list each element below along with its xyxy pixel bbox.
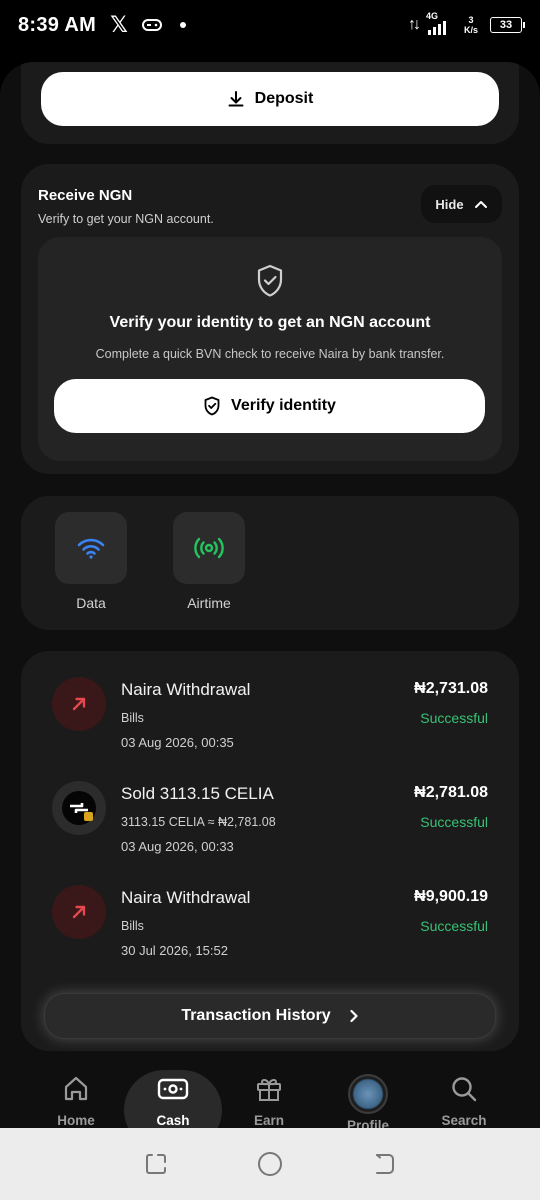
nav-label-home: Home <box>57 1113 95 1128</box>
transaction-status: Successful <box>420 710 488 726</box>
deposit-button[interactable]: Deposit <box>41 72 499 126</box>
arrow-up-right-icon <box>72 697 86 711</box>
broadcast-icon <box>194 537 224 559</box>
transaction-status: Successful <box>420 814 488 830</box>
transaction-row[interactable]: Naira Withdrawal Bills 30 Jul 2026, 15:5… <box>21 885 519 975</box>
signal-icon: 4G <box>424 11 450 35</box>
withdraw-avatar <box>52 885 106 939</box>
search-icon <box>452 1077 477 1102</box>
nav-cash[interactable]: Cash <box>128 1074 218 1128</box>
shield-check-icon <box>257 264 283 297</box>
home-button-icon[interactable] <box>256 1150 284 1178</box>
transaction-subtitle: Bills <box>121 711 144 725</box>
battery-icon: 33 <box>490 17 525 33</box>
speed-value: 3 <box>468 15 474 25</box>
transaction-title: Naira Withdrawal <box>121 680 251 699</box>
history-label: Transaction History <box>181 1007 331 1024</box>
transaction-subtitle: 3113.15 CELIA ≈ ₦2,781.08 <box>121 815 276 829</box>
transaction-title: Sold 3113.15 CELIA <box>121 784 274 803</box>
wifi-icon <box>77 538 105 559</box>
services-card: Data Airtime <box>21 496 519 630</box>
nav-search[interactable]: Search <box>419 1074 509 1128</box>
receive-subtitle: Verify to get your NGN account. <box>38 212 214 226</box>
status-bar: 8:39 AM 𝕏 ↑↓ 4G 3 K/s 33 <box>0 0 540 50</box>
celia-token-icon <box>62 791 96 825</box>
hide-label: Hide <box>435 196 464 212</box>
nav-label-earn: Earn <box>253 1113 284 1128</box>
deposit-label: Deposit <box>254 90 314 107</box>
data-tile[interactable] <box>55 512 127 584</box>
notification-dot-icon <box>179 22 186 28</box>
network-speed: 3 K/s <box>464 15 478 35</box>
battery-level: 33 <box>499 19 513 31</box>
receive-title: Receive NGN <box>38 187 133 204</box>
transaction-date: 03 Aug 2026, 00:35 <box>121 735 234 750</box>
service-data[interactable]: Data <box>54 512 128 611</box>
transaction-history-button[interactable]: Transaction History <box>44 993 496 1039</box>
deposit-card: Deposit <box>21 62 519 144</box>
service-label-airtime: Airtime <box>187 595 231 611</box>
gamepad-icon <box>141 18 162 32</box>
gift-icon <box>257 1078 281 1101</box>
verify-title: Verify your identity to get an NGN accou… <box>109 314 431 331</box>
nav-label-cash: Cash <box>156 1113 190 1128</box>
status-right: ↑↓ 4G 3 K/s 33 <box>407 11 525 35</box>
verify-identity-button[interactable]: Verify identity <box>54 379 485 433</box>
transaction-date: 30 Jul 2026, 15:52 <box>121 943 228 958</box>
shield-check-icon <box>204 396 220 416</box>
transaction-date: 03 Aug 2026, 00:33 <box>121 839 234 854</box>
nav-label-search: Search <box>441 1113 487 1128</box>
system-nav-bar <box>0 1128 540 1200</box>
transaction-row[interactable]: Sold 3113.15 CELIA 3113.15 CELIA ≈ ₦2,78… <box>21 781 519 871</box>
hide-button[interactable]: Hide <box>421 185 502 223</box>
transaction-subtitle: Bills <box>121 919 144 933</box>
data-activity-icon: ↑↓ <box>407 16 421 33</box>
airtime-tile[interactable] <box>173 512 245 584</box>
verify-identity-panel: Verify your identity to get an NGN accou… <box>38 237 502 461</box>
service-label-data: Data <box>76 595 106 611</box>
chevron-right-icon <box>350 1009 358 1023</box>
app-screen: Deposit Receive NGN Verify to get your N… <box>0 62 540 1140</box>
withdraw-avatar <box>52 677 106 731</box>
back-icon[interactable] <box>371 1151 397 1177</box>
verify-subtitle: Complete a quick BVN check to receive Na… <box>95 347 445 361</box>
transaction-title: Naira Withdrawal <box>121 888 251 907</box>
chevron-up-icon <box>474 201 487 208</box>
avatar <box>348 1074 388 1114</box>
nav-home[interactable]: Home <box>31 1074 121 1128</box>
transactions-card: Naira Withdrawal Bills 03 Aug 2026, 00:3… <box>21 651 519 1051</box>
transaction-status: Successful <box>420 918 488 934</box>
verify-button-label: Verify identity <box>231 397 336 414</box>
x-logo-icon: 𝕏 <box>110 12 128 37</box>
receive-ngn-card: Receive NGN Verify to get your NGN accou… <box>21 164 519 474</box>
home-icon <box>64 1076 88 1101</box>
cash-icon <box>157 1078 189 1100</box>
network-type: 4G <box>425 11 438 21</box>
status-time: 8:39 AM <box>18 13 97 36</box>
speed-unit: K/s <box>463 25 478 35</box>
nav-profile[interactable]: Profile <box>323 1074 413 1133</box>
transaction-amount: ₦2,731.08 <box>414 680 488 697</box>
download-icon <box>228 91 244 107</box>
transaction-row[interactable]: Naira Withdrawal Bills 03 Aug 2026, 00:3… <box>21 677 519 767</box>
service-airtime[interactable]: Airtime <box>172 512 246 611</box>
transaction-amount: ₦9,900.19 <box>414 888 488 905</box>
nav-earn[interactable]: Earn <box>224 1074 314 1128</box>
recent-apps-icon[interactable] <box>143 1151 169 1177</box>
transaction-amount: ₦2,781.08 <box>414 784 488 801</box>
arrow-up-right-icon <box>72 905 86 919</box>
token-avatar <box>52 781 106 835</box>
